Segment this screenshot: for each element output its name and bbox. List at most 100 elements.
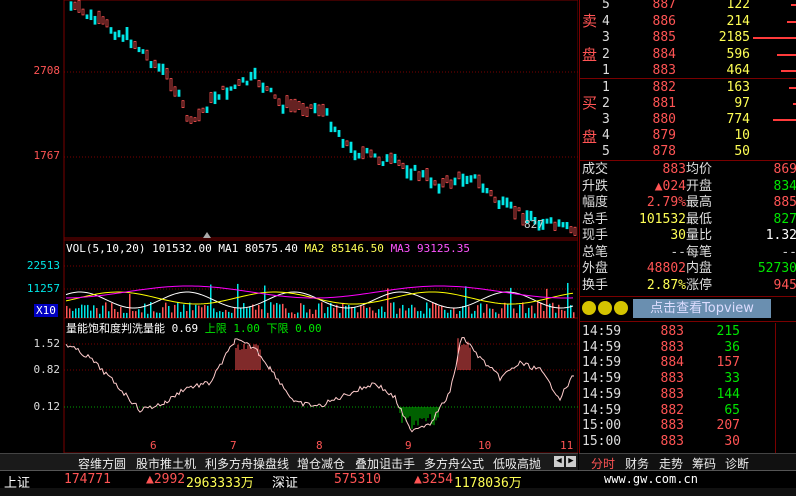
stat-label: 总手 xyxy=(582,211,609,227)
order-price: 885 xyxy=(652,30,676,45)
order-row[interactable]: 1 882 163 xyxy=(580,80,796,96)
volume-scale-badge[interactable]: X10 xyxy=(34,304,58,317)
stat-value: 48802 xyxy=(646,261,686,276)
volume-chart[interactable]: VOL(5,10,20) 101532.00 MA1 80575.40 MA2 … xyxy=(0,239,579,319)
order-volume: 774 xyxy=(726,112,750,127)
volume-bar xyxy=(303,304,305,318)
indicator-name: 量能饱和度判洗量能 xyxy=(66,322,165,335)
trade-row[interactable]: 14:59 883 36 xyxy=(580,340,796,356)
site-url[interactable]: www.gw.com.cn xyxy=(604,472,698,486)
indicator-value: 0.69 xyxy=(171,322,199,335)
volume-bar xyxy=(318,303,320,318)
price-note: 827 xyxy=(524,218,544,231)
scroll-left-icon[interactable]: ◀ xyxy=(554,456,564,467)
candle xyxy=(177,89,181,97)
candle xyxy=(209,92,213,103)
vol-value: 101532.00 xyxy=(152,242,212,255)
order-row[interactable]: 2 884 596 xyxy=(580,47,796,63)
candlesticks xyxy=(69,0,577,236)
trade-row[interactable]: 14:59 883 33 xyxy=(580,371,796,387)
volume-bar xyxy=(198,305,200,318)
order-row[interactable]: 1 883 464 xyxy=(580,63,796,79)
candle xyxy=(285,95,289,109)
circle-icon[interactable] xyxy=(598,301,612,315)
volume-bar xyxy=(204,304,206,318)
volume-bar xyxy=(258,304,260,318)
volume-bar xyxy=(201,307,203,318)
volume-bar xyxy=(174,304,176,318)
stat-value: 945 xyxy=(773,277,796,293)
trade-row[interactable]: 14:59 883 144 xyxy=(580,387,796,403)
indicator-chart[interactable]: 量能饱和度判洗量能 0.69 上限 1.00 下限 0.00 1.52 0.82… xyxy=(0,317,579,454)
ind-axis-label: 0.12 xyxy=(33,400,61,413)
candle xyxy=(385,154,389,162)
candle xyxy=(161,63,165,75)
candle xyxy=(501,196,505,206)
order-row[interactable]: 3 885 2185 xyxy=(580,30,796,46)
trade-row[interactable]: 14:59 882 65 xyxy=(580,403,796,419)
volume-bar xyxy=(531,305,533,318)
order-volume: 214 xyxy=(726,13,750,29)
candle xyxy=(269,87,273,93)
order-row[interactable]: 5 887 122 xyxy=(580,0,796,13)
circle-icon[interactable] xyxy=(582,301,596,315)
topview-button[interactable]: 点击查看Topview xyxy=(633,299,771,318)
volume-bar xyxy=(96,308,98,318)
trade-price: 883 xyxy=(660,324,684,339)
volume-bar xyxy=(477,305,479,318)
index-change-sz: ▲3254 xyxy=(414,472,454,487)
order-volume: 596 xyxy=(726,46,750,62)
trade-row[interactable]: 14:59 884 157 xyxy=(580,355,796,371)
candle xyxy=(97,10,101,25)
stat-row: 换手 2.87% 涨停 945 xyxy=(580,278,796,294)
volume-bar xyxy=(558,304,560,318)
order-row[interactable]: 3 880 774 xyxy=(580,112,796,128)
candle xyxy=(341,138,345,148)
vol-axis-label: 22513 xyxy=(26,259,60,272)
stat-value: -- xyxy=(781,244,796,260)
candle xyxy=(397,159,401,166)
volume-bar xyxy=(138,309,140,318)
candle xyxy=(329,121,333,133)
scroll-right-icon[interactable]: ▶ xyxy=(566,456,576,467)
stat-label: 总笔 xyxy=(582,244,609,260)
candle xyxy=(185,115,189,122)
volume-bar xyxy=(360,305,362,318)
volume-bar xyxy=(486,304,488,318)
volume-bar xyxy=(420,310,422,318)
order-row[interactable]: 2 881 97 xyxy=(580,96,796,112)
volume-bar xyxy=(429,308,431,318)
candle xyxy=(453,177,457,186)
order-row[interactable]: 4 886 214 xyxy=(580,14,796,30)
candle xyxy=(553,221,557,231)
volume-bar xyxy=(300,303,302,318)
volume-bar xyxy=(225,309,227,318)
volume-bar xyxy=(177,302,179,318)
volume-bar xyxy=(438,305,440,318)
stat-row: 现手 30 量比 1.32 xyxy=(580,228,796,244)
candle xyxy=(189,116,193,124)
trade-row[interactable]: 14:59 883 215 xyxy=(580,324,796,340)
circle-icon[interactable] xyxy=(614,301,628,315)
trade-row[interactable]: 15:00 883 207 xyxy=(580,418,796,434)
volume-bar xyxy=(315,309,317,318)
order-price: 882 xyxy=(652,80,676,95)
volume-bar xyxy=(564,310,566,318)
order-row[interactable]: 4 879 10 xyxy=(580,128,796,144)
candle xyxy=(333,126,337,133)
trade-scroll-column[interactable] xyxy=(775,323,796,453)
trade-row[interactable]: 15:00 883 30 xyxy=(580,434,796,450)
order-row[interactable]: 5 878 50 xyxy=(580,144,796,160)
volume-bar xyxy=(393,302,395,318)
candle xyxy=(557,219,561,227)
trade-time: 14:59 xyxy=(582,355,622,371)
price-chart[interactable]: 2708 1767 827 xyxy=(0,0,579,241)
market-status-bar: 上证 174771 ▲2992 2963333万 深证 575310 ▲3254… xyxy=(0,470,796,491)
volume-bar xyxy=(519,304,521,318)
candle xyxy=(545,218,549,224)
volume-bar xyxy=(249,306,251,318)
stat-label: 内盘 xyxy=(686,261,713,276)
volume-bar xyxy=(354,307,356,318)
volume-bar xyxy=(504,302,506,318)
volume-bar xyxy=(129,293,131,318)
